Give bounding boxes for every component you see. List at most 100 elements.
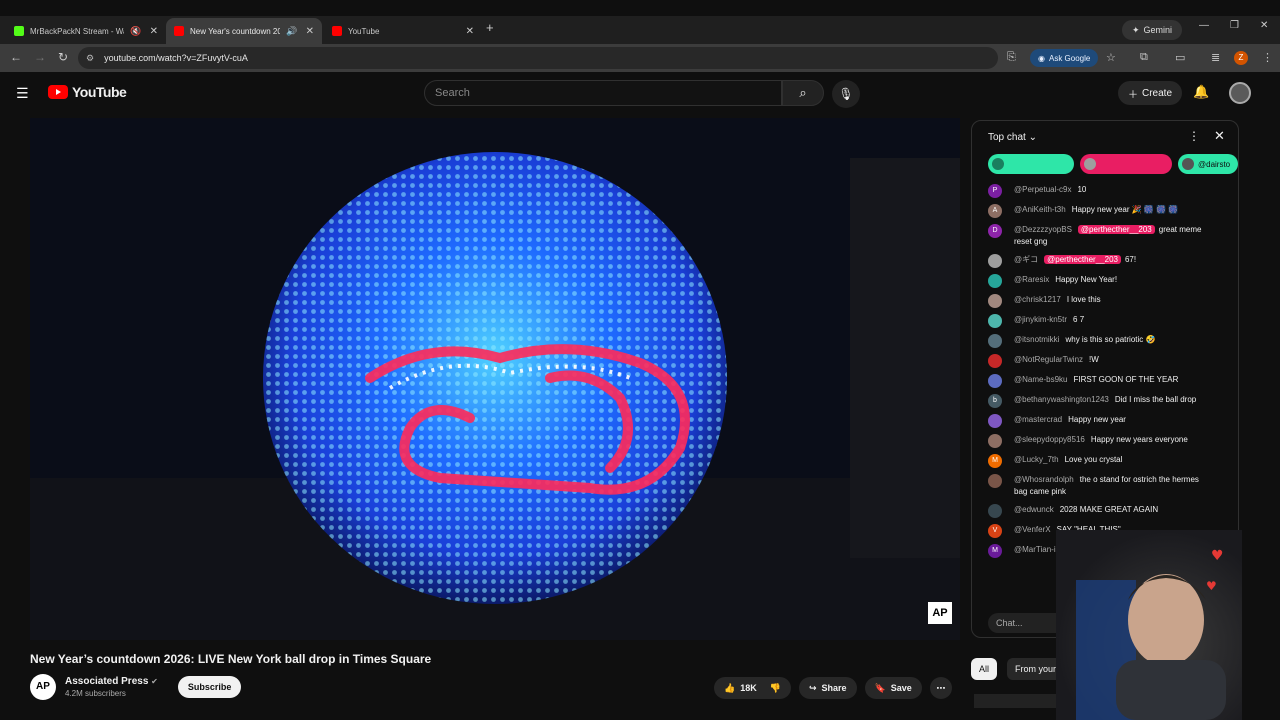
back-icon[interactable]: ← xyxy=(10,50,22,64)
chat-message[interactable]: b @bethanywashington1243 Did I miss the ba… xyxy=(972,391,1234,411)
channel-avatar[interactable]: AP xyxy=(30,674,56,700)
minimize-icon[interactable]: — xyxy=(1199,20,1209,31)
chat-author-avatar[interactable] xyxy=(988,434,1002,448)
chat-author-avatar[interactable] xyxy=(988,504,1002,518)
chat-author-name[interactable]: @DezzzzyopBS xyxy=(1014,225,1072,234)
save-button[interactable]: 🔖 Save xyxy=(864,677,922,699)
close-tab-icon[interactable]: ✕ xyxy=(150,26,158,37)
chat-author-name[interactable]: @mastercrad xyxy=(1014,415,1062,424)
side-panel-icon[interactable]: ▭ xyxy=(1175,51,1185,64)
chat-message[interactable]: @chrisk1217 I love this xyxy=(972,291,1234,311)
browser-menu-icon[interactable]: ⋮ xyxy=(1262,51,1273,64)
gemini-button[interactable]: ✦ Gemini xyxy=(1122,20,1183,40)
account-avatar[interactable] xyxy=(1229,82,1251,104)
create-button[interactable]: ＋ Create xyxy=(1118,81,1183,105)
ticker-item[interactable] xyxy=(1080,154,1172,174)
browser-tab-kick[interactable]: MrBackPackN Stream - Watch 🔇 ✕ xyxy=(6,18,166,44)
related-video-thumbnail[interactable] xyxy=(974,694,1064,708)
chat-author-name[interactable]: @sleepydoppy8516 xyxy=(1014,435,1085,444)
like-button[interactable]: 👍 18K 👎 xyxy=(714,677,791,699)
media-icon[interactable]: ≣ xyxy=(1211,51,1220,64)
youtube-logo[interactable]: YouTube xyxy=(48,84,127,100)
chat-author-name[interactable]: @AniKeith-t3h xyxy=(1014,205,1066,214)
chat-message[interactable]: @edwunck 2028 MAKE GREAT AGAIN xyxy=(972,501,1234,521)
chat-author-avatar[interactable] xyxy=(988,474,1002,488)
chat-author-avatar[interactable]: A xyxy=(988,204,1002,218)
install-app-icon[interactable]: ⎘ xyxy=(1007,51,1016,64)
share-button[interactable]: ↪ Share xyxy=(798,677,857,699)
site-info-icon[interactable]: ⚙ xyxy=(86,53,94,64)
bookmark-star-icon[interactable]: ☆ xyxy=(1106,51,1116,64)
close-tab-icon[interactable]: ✕ xyxy=(306,26,314,37)
video-player[interactable]: AP xyxy=(30,118,960,640)
profile-avatar[interactable]: Z xyxy=(1234,51,1248,65)
browser-tab-youtube[interactable]: YouTube ✕ xyxy=(324,18,482,44)
chat-message[interactable]: @Raresix Happy New Year! xyxy=(972,271,1234,291)
audio-playing-icon[interactable]: 🔊 xyxy=(286,26,297,37)
chat-author-name[interactable]: @itsnotmikki xyxy=(1014,335,1059,344)
chat-author-avatar[interactable] xyxy=(988,294,1002,308)
chat-mention[interactable]: @perthecther__203 xyxy=(1077,225,1155,234)
chat-menu-icon[interactable]: ⋮ xyxy=(1188,129,1200,143)
chat-message[interactable]: @Whosrandolph the o stand for ostrich the… xyxy=(972,471,1234,501)
chat-author-name[interactable]: @Whosrandolph xyxy=(1014,475,1074,484)
chat-author-avatar[interactable]: D xyxy=(988,224,1002,238)
forward-icon[interactable]: → xyxy=(34,50,46,64)
chat-author-name[interactable]: @Name-bs9ku xyxy=(1014,375,1067,384)
chat-author-name[interactable]: @chrisk1217 xyxy=(1014,295,1061,304)
ticker-item[interactable] xyxy=(988,154,1074,174)
chat-message[interactable]: @sleepydoppy8516 Happy new years everyone xyxy=(972,431,1234,451)
chat-message[interactable]: P @Perpetual-c9x 10 xyxy=(972,181,1234,201)
chat-message[interactable]: @mastercrad Happy new year xyxy=(972,411,1234,431)
chat-author-avatar[interactable] xyxy=(988,354,1002,368)
chat-author-avatar[interactable] xyxy=(988,334,1002,348)
chat-message[interactable]: D @DezzzzyopBS @perthecther__203 great meme… xyxy=(972,221,1234,251)
notifications-bell-icon[interactable]: 🔔 xyxy=(1193,84,1209,100)
chat-message[interactable]: @NotRegularTwinz !W xyxy=(972,351,1234,371)
chat-author-avatar[interactable] xyxy=(988,374,1002,388)
browser-tab-newyear[interactable]: New Year's countdown 2026 🔊 ✕ xyxy=(166,18,322,44)
chat-message[interactable]: @itsnotmikki why is this so patriotic 🤣 xyxy=(972,331,1234,351)
chat-author-avatar[interactable]: P xyxy=(988,184,1002,198)
chat-mention[interactable]: @perthecther__203 xyxy=(1044,255,1121,264)
reload-icon[interactable]: ↻ xyxy=(58,50,68,64)
chat-author-avatar[interactable]: M xyxy=(988,454,1002,468)
chat-author-avatar[interactable]: b xyxy=(988,394,1002,408)
chat-author-name[interactable]: @Lucky_7th xyxy=(1014,455,1059,464)
ask-google-button[interactable]: ◉ Ask Google xyxy=(1030,49,1099,67)
chat-author-avatar[interactable] xyxy=(988,254,1002,268)
window-close-icon[interactable]: ✕ xyxy=(1260,20,1268,31)
chat-author-name[interactable]: @jinykim-kn5tr xyxy=(1014,315,1067,324)
chat-author-name[interactable]: @bethanywashington1243 xyxy=(1014,395,1109,404)
chat-message[interactable]: A @AniKeith-t3h Happy new year 🎉 🎆 🎆 🎆 xyxy=(972,201,1234,221)
chat-message[interactable]: M @Lucky_7th Love you crystal xyxy=(972,451,1234,471)
muted-icon[interactable]: 🔇 xyxy=(130,26,141,37)
chat-author-avatar[interactable] xyxy=(988,274,1002,288)
chat-author-avatar[interactable] xyxy=(988,414,1002,428)
chat-author-name[interactable]: @NotRegularTwinz xyxy=(1014,355,1083,364)
ticker-item[interactable]: @dairsto xyxy=(1178,154,1238,174)
close-tab-icon[interactable]: ✕ xyxy=(466,26,474,37)
chat-author-name[interactable]: @edwunck xyxy=(1014,505,1054,514)
maximize-icon[interactable]: ❐ xyxy=(1230,20,1239,31)
thumbs-down-icon[interactable]: 👎 xyxy=(770,683,781,694)
more-actions-button[interactable]: ⋯ xyxy=(929,677,952,699)
chat-author-avatar[interactable]: V xyxy=(988,524,1002,538)
chat-message[interactable]: @Name-bs9ku FIRST GOON OF THE YEAR xyxy=(972,371,1234,391)
subscribe-button[interactable]: Subscribe xyxy=(177,676,242,698)
chat-message[interactable]: @jinykim-kn5tr 6 7 xyxy=(972,311,1234,331)
new-tab-button[interactable]: + xyxy=(486,20,494,35)
voice-search-button[interactable]: 🎙 xyxy=(832,80,860,108)
chat-author-name[interactable]: @ギコ xyxy=(1014,255,1038,264)
search-button[interactable]: ⌕ xyxy=(782,80,824,106)
chat-author-name[interactable]: @Perpetual-c9x xyxy=(1014,185,1071,194)
address-bar[interactable]: ⚙ youtube.com/watch?v=ZFuvytV-cuA xyxy=(78,47,998,69)
chat-author-avatar[interactable] xyxy=(988,314,1002,328)
chat-author-name[interactable]: @VenferX xyxy=(1014,525,1051,534)
top-chat-dropdown[interactable]: Top chat ⌄ xyxy=(988,132,1037,143)
channel-name[interactable]: Associated Press ✔ xyxy=(65,676,158,687)
search-input[interactable]: Search xyxy=(424,80,782,106)
filter-chip-all[interactable]: All xyxy=(971,658,998,680)
chat-author-avatar[interactable]: M xyxy=(988,544,1002,558)
close-chat-icon[interactable]: ✕ xyxy=(1214,128,1225,144)
